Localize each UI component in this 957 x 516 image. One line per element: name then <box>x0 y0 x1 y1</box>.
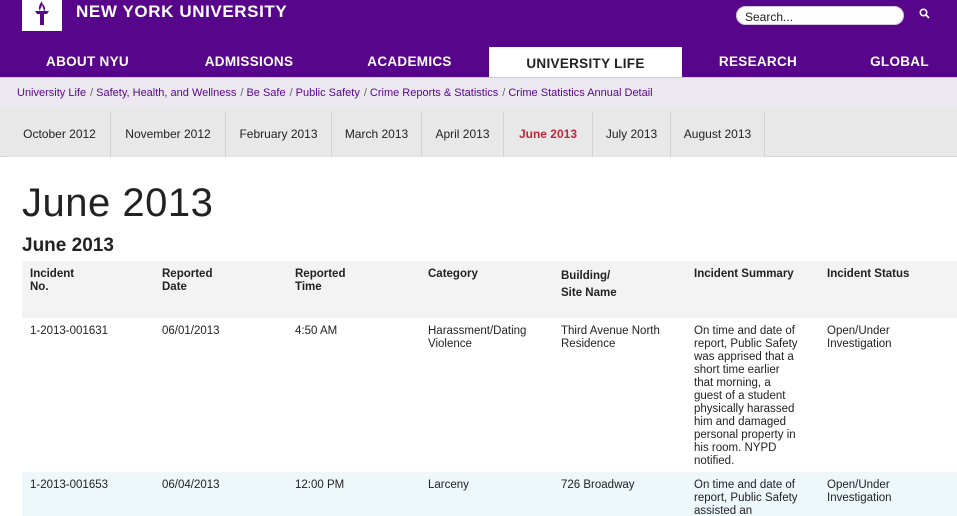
breadcrumb: University Life / Safety, Health, and Well… <box>0 77 957 107</box>
incident-number: 1-2013-001631 <box>30 325 109 337</box>
nav-about-nyu[interactable]: ABOUT NYU <box>10 47 165 77</box>
nyu-logo[interactable] <box>22 0 62 31</box>
incident-table: Incident No. Reported Date Reported Time Ca… <box>22 261 957 516</box>
reported-date: 06/01/2013 <box>162 325 220 337</box>
tab-august-2013[interactable]: August 2013 <box>671 112 765 157</box>
table-row: 1-2013-001653 06/04/2013 12:00 PM Larcen… <box>22 472 957 516</box>
tab-july-2013[interactable]: July 2013 <box>593 112 671 157</box>
tab-march-2013[interactable]: March 2013 <box>332 112 422 157</box>
nav-university-life[interactable]: UNIVERSITY LIFE <box>489 47 682 77</box>
nav-global[interactable]: GLOBAL <box>842 47 957 77</box>
incident-summary: On time and date of report, Public Safet… <box>694 479 798 516</box>
search-input[interactable]: Search... <box>736 6 904 25</box>
site-brand[interactable]: NEW YORK UNIVERSITY <box>76 2 287 22</box>
column-header-incident-no: Incident No. <box>30 268 75 293</box>
torch-logo-icon <box>31 0 53 31</box>
search-button[interactable] <box>909 3 939 27</box>
incident-category: Harassment/Dating Violence <box>428 325 527 350</box>
breadcrumb-item[interactable]: Crime Statistics Annual Detail <box>508 87 652 99</box>
nav-admissions[interactable]: ADMISSIONS <box>165 47 333 77</box>
breadcrumb-item[interactable]: University Life <box>17 87 86 99</box>
breadcrumb-separator: / <box>240 87 244 99</box>
nav-research[interactable]: RESEARCH <box>682 47 834 77</box>
column-header-reported-date: Reported Date <box>162 268 213 293</box>
incident-status: Open/Under Investigation <box>827 325 892 350</box>
breadcrumb-separator: / <box>90 87 94 99</box>
nav-academics[interactable]: ACADEMICS <box>333 47 486 77</box>
breadcrumb-item[interactable]: Crime Reports & Statistics <box>370 87 498 99</box>
building-name: 726 Broadway <box>561 479 635 491</box>
breadcrumb-item[interactable]: Be Safe <box>246 87 285 99</box>
reported-date: 06/04/2013 <box>162 479 220 491</box>
incident-summary: On time and date of report, Public Safet… <box>694 325 798 467</box>
tab-june-2013[interactable]: June 2013 <box>504 112 593 157</box>
breadcrumb-item[interactable]: Safety, Health, and Wellness <box>96 87 236 99</box>
table-row: 1-2013-001631 06/01/2013 4:50 AM Harassm… <box>22 318 957 472</box>
tab-november-2012[interactable]: November 2012 <box>111 112 226 157</box>
incident-number: 1-2013-001653 <box>30 479 109 491</box>
table-header: Incident No. Reported Date Reported Time Ca… <box>22 261 957 318</box>
page-title: June 2013 <box>22 181 214 225</box>
breadcrumb-item[interactable]: Public Safety <box>296 87 360 99</box>
tab-february-2013[interactable]: February 2013 <box>226 112 332 157</box>
reported-time: 4:50 AM <box>295 325 338 337</box>
column-header-summary: Incident Summary <box>694 268 794 280</box>
column-header-building: Building/Site Name <box>561 270 617 299</box>
building-name: Third Avenue North Residence <box>561 325 660 350</box>
breadcrumb-separator: / <box>502 87 506 99</box>
incident-status: Open/Under Investigation <box>827 479 892 504</box>
incident-category: Larceny <box>428 479 469 491</box>
section-title: June 2013 <box>22 235 114 256</box>
tab-april-2013[interactable]: April 2013 <box>422 112 504 157</box>
breadcrumb-separator: / <box>289 87 293 99</box>
main-nav: ABOUT NYU ADMISSIONS ACADEMICS UNIVERSIT… <box>0 47 957 77</box>
reported-time: 12:00 PM <box>295 479 345 491</box>
tab-october-2012[interactable]: October 2012 <box>9 112 111 157</box>
site-header: NEW YORK UNIVERSITY Search... <box>0 0 957 47</box>
column-header-category: Category <box>428 268 478 280</box>
column-header-reported-time: Reported Time <box>295 268 346 293</box>
breadcrumb-separator: / <box>363 87 367 99</box>
column-header-status: Incident Status <box>827 268 910 280</box>
month-tabs: October 2012 November 2012 February 2013… <box>0 107 957 157</box>
magnifier-icon <box>918 6 930 24</box>
